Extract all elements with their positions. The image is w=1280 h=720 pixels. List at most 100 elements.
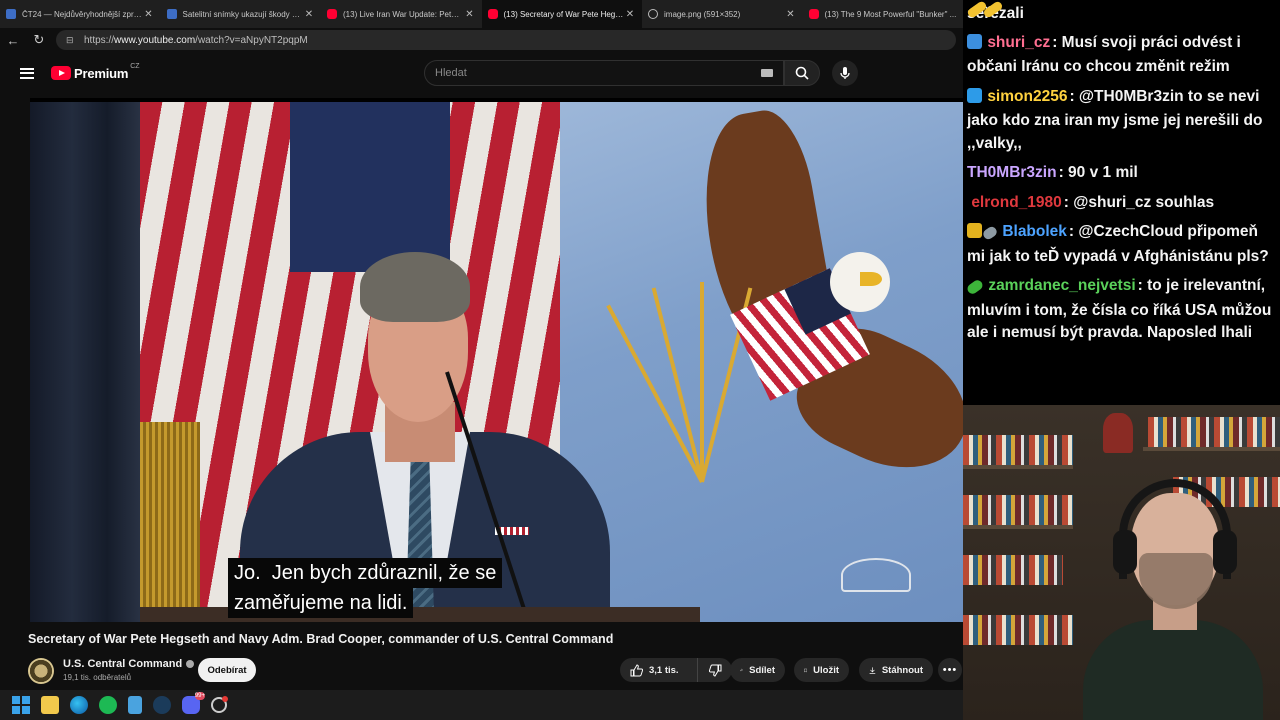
chat-message: Blabolek: @CzechCloud připomeň mi jak to… [967, 221, 1275, 268]
taskbar: 99+ [0, 690, 963, 720]
green-pill-badge-icon [965, 278, 985, 296]
menu-icon[interactable] [20, 67, 34, 79]
bookmark-icon [804, 668, 808, 672]
download-button[interactable]: Stáhnout [859, 658, 933, 682]
shelf-board [1143, 447, 1280, 451]
chat-username[interactable]: shuri_cz [987, 34, 1050, 51]
back-arrow-icon[interactable]: ← [0, 33, 26, 48]
youtube-logo[interactable]: Premium CZ [51, 62, 140, 81]
discord-notification-badge: 99+ [194, 692, 205, 700]
steam-icon[interactable] [153, 696, 171, 714]
url-prefix: https:// [84, 34, 115, 46]
grey-pill-badge-icon [981, 224, 999, 242]
pickaxe-badge-icon [967, 33, 982, 49]
dislike-button[interactable] [698, 658, 732, 682]
notepad-icon[interactable] [128, 696, 142, 714]
chat-text: @shuri_cz souhlas [1073, 193, 1215, 211]
ct24-favicon-icon [166, 9, 177, 19]
chat-username[interactable]: Blabolek [1002, 223, 1067, 240]
video-title: Secretary of War Pete Hegseth and Navy A… [28, 632, 614, 646]
youtube-favicon-icon [808, 9, 819, 19]
bookshelf-row [963, 555, 1063, 585]
url-field[interactable]: ⊟ https://www.youtube.com/watch?v=aNpyNT… [56, 30, 956, 50]
app-icon[interactable] [211, 696, 228, 713]
youtube-header: Premium CZ Hledat [0, 52, 963, 94]
browser-tab[interactable]: image.png (591×352) ✕ [642, 0, 803, 28]
notification-dot [222, 696, 228, 702]
flag-fringe [140, 422, 200, 622]
chat-panel: seřezali shuri_cz: Musí svoji práci odvé… [963, 0, 1280, 405]
bookshelf-row [963, 495, 1073, 525]
youtube-play-icon [51, 66, 71, 80]
share-button[interactable]: Sdílet [730, 658, 785, 682]
voice-search-button[interactable] [832, 60, 858, 86]
like-dislike-group: 3,1 tis. [620, 658, 732, 682]
url-path: /watch?v=aNpyNT2pqpM [195, 34, 308, 46]
headset-earcup [1113, 530, 1137, 574]
search-button[interactable] [784, 60, 820, 86]
ct24-favicon-icon [6, 9, 16, 19]
chat-badges [967, 223, 999, 246]
video-subtitles: Jo. Jen bych zdůraznil, že se zaměřujeme… [228, 558, 503, 618]
chat-colon: : [1063, 193, 1074, 211]
address-bar: ← ↻ ⊟ https://www.youtube.com/watch?v=aN… [0, 28, 963, 52]
chat-message-fragment: seřezali [967, 5, 1024, 22]
browser-tab[interactable]: Satelitní snímky ukazují škody po ... ✕ [161, 0, 322, 28]
close-tab-icon[interactable]: ✕ [464, 9, 476, 20]
chat-badges [966, 0, 988, 111]
figurine-decoration [1103, 413, 1133, 453]
url-host: www.youtube.com [114, 34, 196, 46]
channel-name-link[interactable]: U.S. Central Command [63, 658, 195, 670]
channel-avatar[interactable] [28, 658, 54, 684]
browser-tab[interactable]: (13) The 9 Most Powerful "Bunker" ... [803, 0, 964, 28]
search-input[interactable]: Hledat [424, 60, 784, 86]
channel-name: U.S. Central Command [63, 658, 183, 670]
chat-colon: : [1137, 277, 1148, 294]
share-icon [740, 668, 744, 672]
close-tab-icon[interactable]: ✕ [624, 9, 636, 20]
browser-tab[interactable]: (13) Live Iran War Update: Pete Heg... ✕ [321, 0, 482, 28]
youtube-favicon-icon [327, 9, 337, 19]
chat-message: shuri_cz: Musí svoji práci odvést i obča… [967, 0, 1275, 79]
subscribe-button[interactable]: Odebírat [198, 658, 256, 682]
bookshelf-row [963, 435, 1073, 465]
browser-window: ČT24 — Nejdůvěryhodnější zpravodajství ✕… [0, 0, 963, 690]
country-code: CZ [130, 62, 140, 70]
browser-tab[interactable]: ČT24 — Nejdůvěryhodnější zpravodajství ✕ [0, 0, 161, 28]
discord-icon[interactable]: 99+ [182, 692, 205, 714]
pentagon-watermark-icon [841, 558, 911, 592]
share-label: Sdílet [749, 664, 775, 676]
close-tab-icon[interactable]: ✕ [785, 9, 797, 20]
video-player[interactable]: Jo. Jen bych zdůraznil, že se zaměřujeme… [30, 102, 963, 622]
chat-username[interactable]: elrond_1980 [971, 194, 1061, 211]
chat-badges [965, 277, 985, 300]
chat-username[interactable]: simon2256 [987, 88, 1067, 105]
chat-badges [967, 0, 1004, 57]
site-info-icon[interactable]: ⊟ [66, 35, 78, 46]
reload-icon[interactable]: ↻ [26, 32, 52, 48]
like-button[interactable]: 3,1 tis. [620, 658, 698, 682]
close-tab-icon[interactable]: ✕ [303, 9, 315, 20]
more-actions-button[interactable]: ••• [938, 658, 962, 682]
file-explorer-icon[interactable] [41, 696, 59, 714]
save-label: Uložit [813, 664, 839, 676]
chat-username[interactable]: TH0MBr3zin [967, 164, 1057, 181]
browser-tab-active[interactable]: (13) Secretary of War Pete Hegseth ... ✕ [481, 0, 642, 28]
shelf-board [963, 465, 1073, 469]
edge-browser-icon[interactable] [70, 696, 88, 714]
close-tab-icon[interactable]: ✕ [143, 9, 155, 20]
chat-message: simon2256: @TH0MBr3zin to se nevi jako k… [966, 0, 1275, 156]
tab-title: ČT24 — Nejdůvěryhodnější zpravodajství [22, 9, 143, 19]
webcam-feed [963, 405, 1280, 720]
save-button[interactable]: Uložit [794, 658, 849, 682]
windows-start-icon[interactable] [12, 696, 30, 714]
chat-colon: : [1069, 87, 1079, 105]
spotify-icon[interactable] [99, 696, 117, 714]
bookshelf-row [963, 615, 1073, 645]
tab-title: Satelitní snímky ukazují škody po ... [182, 9, 304, 19]
tab-title: (13) Live Iran War Update: Pete Heg... [343, 9, 464, 19]
chat-colon: : [1052, 33, 1062, 51]
keyboard-icon[interactable] [761, 69, 773, 77]
chat-username[interactable]: zamrdanec_nejvetsi [988, 277, 1135, 294]
microphone-icon [840, 67, 850, 79]
